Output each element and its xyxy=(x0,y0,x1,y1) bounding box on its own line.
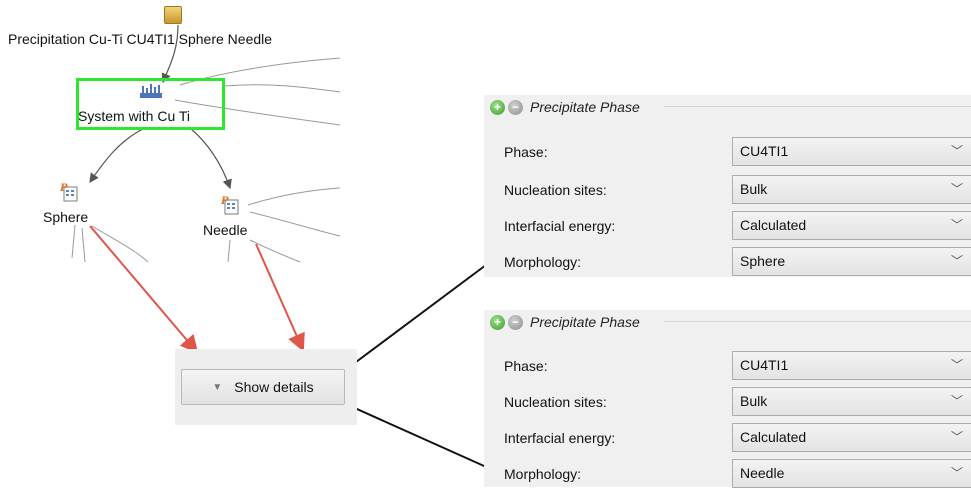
edge-system-needle xyxy=(189,127,232,190)
show-details-label: Show details xyxy=(234,379,314,395)
panel-header: + − Precipitate Phase xyxy=(490,310,640,334)
interfacial-energy-value: Calculated xyxy=(740,217,807,233)
remove-icon[interactable]: − xyxy=(508,99,523,115)
phase-select[interactable]: CU4TI1 ﹀ xyxy=(732,137,971,166)
morphology-label: Morphology: xyxy=(504,254,582,270)
chevron-down-icon: ﹀ xyxy=(950,182,963,196)
morphology-value: Sphere xyxy=(740,253,786,269)
divider xyxy=(664,106,971,107)
phase-select[interactable]: CU4TI1 ﹀ xyxy=(732,351,971,380)
morphology-value: Needle xyxy=(740,465,785,481)
chevron-down-icon: ﹀ xyxy=(950,394,963,408)
morphology-select[interactable]: Sphere ﹀ xyxy=(732,247,971,276)
arrow-sphere-to-details xyxy=(89,225,199,354)
arrow-needle-to-details xyxy=(255,243,305,352)
remove-icon[interactable]: − xyxy=(508,314,523,330)
root-node-label[interactable]: Precipitation Cu-Ti CU4TI1 Sphere Needle xyxy=(8,31,272,47)
chevron-down-icon: ﹀ xyxy=(950,254,963,268)
phase-value: CU4TI1 xyxy=(740,143,789,159)
interfacial-energy-select[interactable]: Calculated ﹀ xyxy=(732,211,971,240)
interfacial-energy-value: Calculated xyxy=(740,429,807,445)
nucleation-sites-select[interactable]: Bulk ﹀ xyxy=(732,175,971,204)
nucleation-sites-select[interactable]: Bulk ﹀ xyxy=(732,387,971,416)
morphology-select[interactable]: Needle ﹀ xyxy=(732,459,971,488)
precipitate-phase-panel-sphere: + − Precipitate Phase Phase: CU4TI1 ﹀ Nuc… xyxy=(484,95,971,277)
show-details-button[interactable]: ▼ Show details xyxy=(181,369,345,405)
panel-title: Precipitate Phase xyxy=(530,314,640,330)
interfacial-energy-label: Interfacial energy: xyxy=(504,430,616,446)
edge-system-sphere xyxy=(89,127,146,183)
database-icon[interactable] xyxy=(164,6,182,24)
interfacial-energy-select[interactable]: Calculated ﹀ xyxy=(732,423,971,452)
phase-value: CU4TI1 xyxy=(740,357,789,373)
chevron-down-icon: ﹀ xyxy=(950,466,963,480)
precipitate-phase-panel-needle: + − Precipitate Phase Phase: CU4TI1 ﹀ Nuc… xyxy=(484,310,971,488)
nucleation-sites-label: Nucleation sites: xyxy=(504,394,607,410)
system-grid-icon[interactable] xyxy=(140,84,162,98)
needle-node-label[interactable]: Needle xyxy=(203,222,247,238)
line-details-to-panel1 xyxy=(347,261,491,369)
system-node-label[interactable]: System with Cu Ti xyxy=(78,108,190,124)
nucleation-sites-label: Nucleation sites: xyxy=(504,182,607,198)
divider xyxy=(664,321,971,322)
add-icon[interactable]: + xyxy=(490,314,505,330)
phase-label: Phase: xyxy=(504,144,548,160)
svg-text:P: P xyxy=(60,183,68,194)
interfacial-energy-label: Interfacial energy: xyxy=(504,218,616,234)
panel-header: + − Precipitate Phase xyxy=(490,95,640,119)
precipitation-calc-icon[interactable]: P xyxy=(59,182,78,202)
precipitation-calc-icon[interactable]: P xyxy=(220,195,239,215)
sphere-node-label[interactable]: Sphere xyxy=(43,209,88,225)
nucleation-sites-value: Bulk xyxy=(740,181,768,197)
phase-label: Phase: xyxy=(504,358,548,374)
panel-title: Precipitate Phase xyxy=(530,99,640,115)
chevron-down-icon: ﹀ xyxy=(950,430,963,444)
nucleation-sites-value: Bulk xyxy=(740,393,768,409)
morphology-label: Morphology: xyxy=(504,466,582,482)
chevron-down-icon: ﹀ xyxy=(950,218,963,232)
line-details-to-panel2 xyxy=(347,404,494,471)
chevron-down-icon: ﹀ xyxy=(950,144,963,158)
add-icon[interactable]: + xyxy=(490,99,505,115)
triangle-down-icon: ▼ xyxy=(212,381,223,393)
svg-text:P: P xyxy=(221,196,229,207)
chevron-down-icon: ﹀ xyxy=(950,358,963,372)
